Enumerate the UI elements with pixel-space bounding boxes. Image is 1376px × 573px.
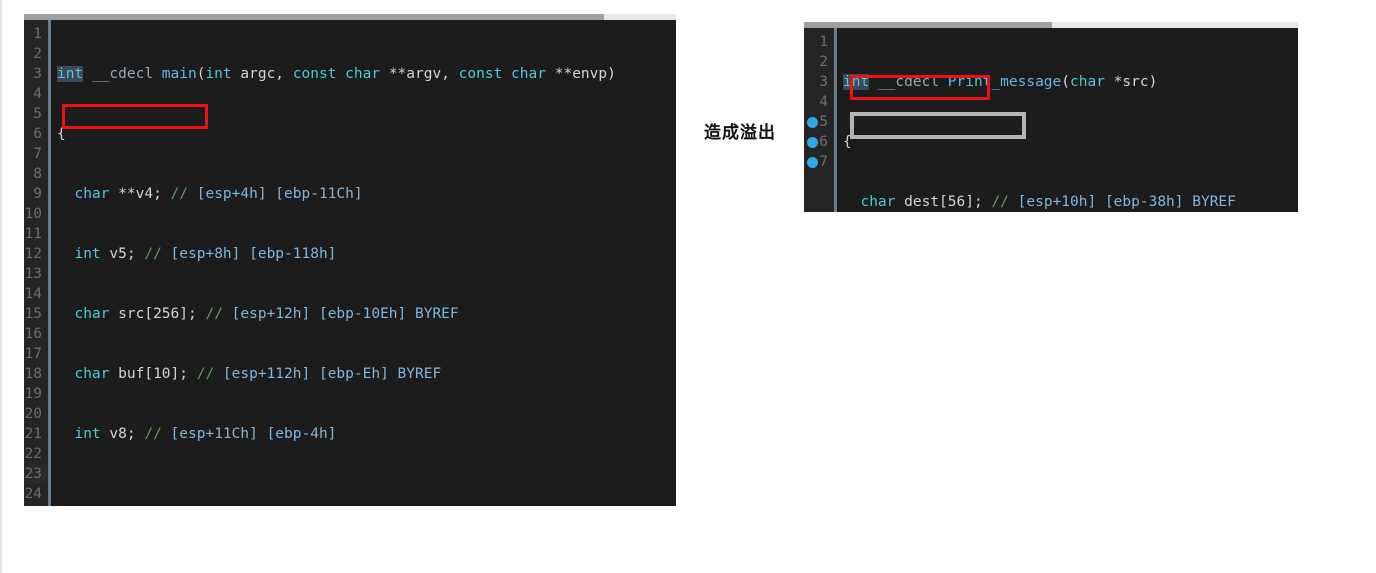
line-number: 4 xyxy=(33,86,42,102)
line-number: 15 xyxy=(24,306,42,322)
line-number: 7 xyxy=(33,146,42,162)
line-number: 8 xyxy=(33,166,42,182)
line-number: 2 xyxy=(33,46,42,62)
code-line: char buf[10]; // [esp+112h] [ebp-Eh] BYR… xyxy=(74,366,442,382)
line-number: 2 xyxy=(819,54,828,70)
line-number: 20 xyxy=(24,406,42,422)
line-number: 10 xyxy=(24,206,42,222)
line-number: 5 xyxy=(33,106,42,122)
line-number: 23 xyxy=(24,464,48,484)
line-number: 9 xyxy=(33,186,42,202)
code-line: char dest[56]; // [esp+10h] [ebp-38h] BY… xyxy=(860,194,1236,210)
right-code-text[interactable]: int __cdecl Print_message(char *src) { c… xyxy=(837,28,1298,212)
left-line-number-gutter: 1 2 3 4 5 6 7 8 9 10 11 12 13 14 15 16 1… xyxy=(24,20,48,506)
line-number: 12 xyxy=(24,246,42,262)
page-root: 1 2 3 4 5 6 7 8 9 10 11 12 13 14 15 16 1… xyxy=(0,0,1376,573)
breakpoint-icon[interactable] xyxy=(807,137,818,148)
line-number-value: 5 xyxy=(819,114,828,130)
line-number: 11 xyxy=(24,226,42,242)
line-number: 24 xyxy=(24,486,42,502)
left-code-panel[interactable]: 1 2 3 4 5 6 7 8 9 10 11 12 13 14 15 16 1… xyxy=(24,14,676,506)
breakpoint-icon[interactable] xyxy=(807,117,818,128)
line-number: 5 xyxy=(804,112,834,132)
line-number: 3 xyxy=(819,74,828,90)
line-number: 6 xyxy=(804,132,834,152)
line-number: 21 xyxy=(24,426,42,442)
line-number: 6 xyxy=(33,126,42,142)
line-number-value: 6 xyxy=(819,134,828,150)
code-line: { xyxy=(843,134,852,150)
line-number: 14 xyxy=(24,286,42,302)
code-line: int v5; // [esp+8h] [ebp-118h] xyxy=(74,246,337,262)
line-number: 1 xyxy=(819,34,828,50)
code-line: int v8; // [esp+11Ch] [ebp-4h] xyxy=(74,426,337,442)
code-line: { xyxy=(57,126,66,142)
line-number: 1 xyxy=(33,26,42,42)
left-code-text[interactable]: int __cdecl main(int argc, const char **… xyxy=(51,20,676,506)
line-number: 19 xyxy=(24,386,42,402)
code-line: char src[256]; // [esp+12h] [ebp-10Eh] B… xyxy=(74,306,459,322)
line-number: 4 xyxy=(819,94,828,110)
code-line: int __cdecl Print_message(char *src) xyxy=(843,74,1158,90)
right-code-panel[interactable]: 1 2 3 4 5 6 7 int __cdecl Print_message(… xyxy=(804,22,1298,212)
annotation-overflow-note: 造成溢出 xyxy=(704,123,776,143)
code-line: int __cdecl main(int argc, const char **… xyxy=(57,66,616,82)
line-number: 16 xyxy=(24,326,42,342)
line-number: 22 xyxy=(24,446,42,462)
right-line-number-gutter: 1 2 3 4 5 6 7 xyxy=(804,28,834,212)
line-number: 13 xyxy=(24,266,42,282)
line-number: 3 xyxy=(33,66,42,82)
line-number: 17 xyxy=(24,346,42,362)
breakpoint-icon[interactable] xyxy=(807,157,818,168)
line-number: 7 xyxy=(804,152,834,172)
code-line: char **v4; // [esp+4h] [ebp-11Ch] xyxy=(74,186,363,202)
line-number: 18 xyxy=(24,366,42,382)
line-number-value: 7 xyxy=(819,154,828,170)
